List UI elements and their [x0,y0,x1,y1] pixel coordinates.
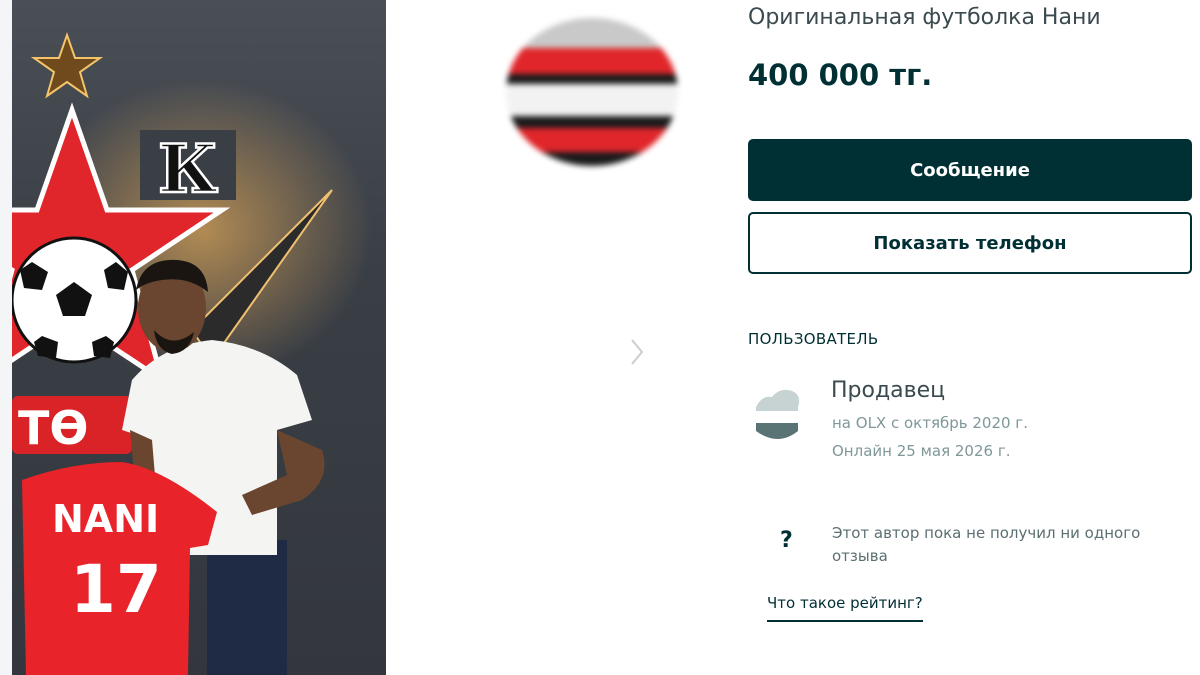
blurred-jersey-thumbnail[interactable] [506,18,678,166]
show-phone-button[interactable]: Показать телефон [748,212,1192,274]
listing-price: 400 000 тг. [748,58,933,92]
question-icon: ? [780,528,793,553]
page-left-edge [0,0,12,675]
seller-avatar[interactable] [752,381,804,445]
chevron-right-icon [631,339,644,365]
listing-photo[interactable]: К ТӨ NANI 17 [12,0,386,675]
club-text: ТӨ [18,401,88,455]
club-letter: К [158,130,218,208]
photo-illustration: К ТӨ NANI 17 [12,31,372,675]
jersey-name: NANI [52,497,159,541]
gallery-area [386,0,716,675]
no-reviews-text: Этот автор пока не получил ни одного отз… [832,524,1141,565]
what-is-rating-link[interactable]: Что такое рейтинг? [767,594,923,622]
gallery-next-button[interactable] [626,334,648,370]
message-button[interactable]: Сообщение [748,139,1192,201]
person-jeans [207,540,287,675]
gold-star-icon [30,31,104,99]
seller-last-online: Онлайн 25 мая 2026 г. [832,442,1011,460]
user-section-heading: ПОЛЬЗОВАТЕЛЬ [748,330,879,348]
avatar-placeholder-icon [756,389,800,439]
listing-title: Оригинальная футболка Нани [748,5,1101,30]
seller-name[interactable]: Продавец [831,378,945,403]
jersey-number: 17 [70,551,162,628]
seller-member-since: на OLX с октябрь 2020 г. [832,414,1028,432]
